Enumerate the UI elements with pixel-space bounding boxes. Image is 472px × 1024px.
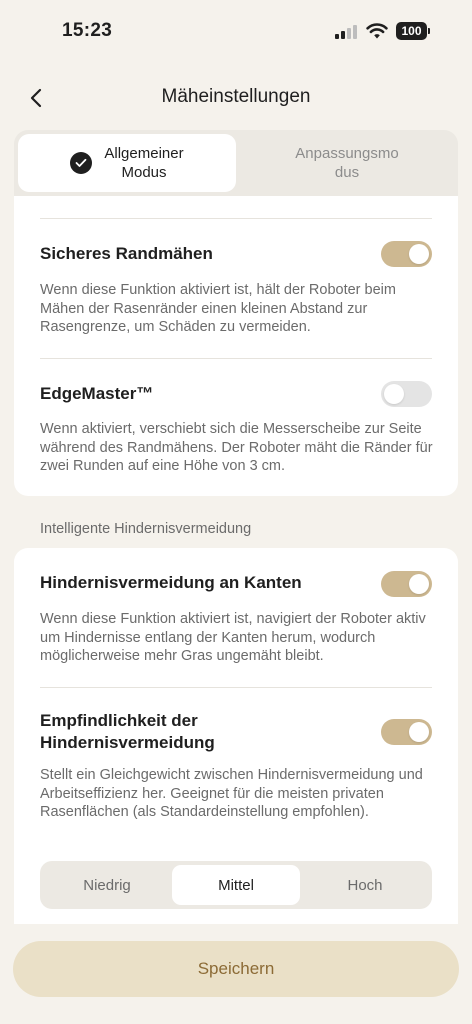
mode-tabs: Allgemeiner Modus Anpassungsmo dus: [14, 130, 458, 196]
save-button[interactable]: Speichern: [13, 941, 459, 997]
avoidance-sensitivity-description: Stellt ein Gleichgewicht zwischen Hinder…: [40, 767, 423, 820]
sensitivity-option-low[interactable]: Niedrig: [44, 865, 170, 905]
edgemaster-title: EdgeMaster™: [40, 384, 154, 403]
battery-level: 100: [396, 22, 427, 40]
edge-obstacle-avoidance-description: Wenn diese Funktion aktiviert ist, navig…: [40, 611, 426, 664]
header: Mäheinstellungen: [0, 78, 472, 118]
tab-custom-mode[interactable]: Anpassungsmo dus: [240, 134, 454, 192]
status-bar: 15:23 100: [0, 0, 472, 64]
wifi-icon: [366, 22, 388, 40]
edge-obstacle-avoidance-title: Hindernisvermeidung an Kanten: [40, 573, 302, 592]
safe-edge-mowing-toggle[interactable]: [381, 241, 432, 267]
tab-general-mode-label: Allgemeiner Modus: [104, 145, 184, 181]
edgemaster-description: Wenn aktiviert, verschiebt sich die Mess…: [40, 421, 433, 474]
obstacle-avoidance-card: Hindernisvermeidung an Kanten Wenn diese…: [14, 548, 458, 924]
avoidance-sensitivity-title: Empfindlichkeit der Hindernisvermeidung: [40, 711, 215, 752]
tab-general-mode[interactable]: Allgemeiner Modus: [18, 134, 236, 192]
status-time: 15:23: [62, 20, 113, 41]
edge-obstacle-avoidance-toggle[interactable]: [381, 571, 432, 597]
safe-edge-mowing-title: Sicheres Randmähen: [40, 244, 213, 263]
page-title: Mäheinstellungen: [161, 86, 311, 107]
section-label: Intelligente Hindernisvermeidung: [40, 521, 252, 537]
cellular-signal-icon: [335, 25, 359, 39]
sensitivity-option-high[interactable]: Hoch: [302, 865, 428, 905]
edgemaster-toggle[interactable]: [381, 381, 432, 407]
divider: [40, 687, 432, 688]
avoidance-sensitivity-toggle[interactable]: [381, 719, 432, 745]
sensitivity-option-medium[interactable]: Mittel: [172, 865, 300, 905]
sensitivity-level-selector: Niedrig Mittel Hoch: [40, 861, 432, 909]
edge-settings-card: Sicheres Randmähen Wenn diese Funktion a…: [14, 196, 458, 496]
battery-icon: 100: [396, 22, 430, 40]
checkmark-icon: [70, 152, 93, 174]
tab-custom-mode-label: Anpassungsmo dus: [295, 145, 399, 181]
divider: [40, 218, 432, 219]
safe-edge-mowing-description: Wenn diese Funktion aktiviert ist, hält …: [40, 282, 396, 335]
divider: [40, 358, 432, 359]
